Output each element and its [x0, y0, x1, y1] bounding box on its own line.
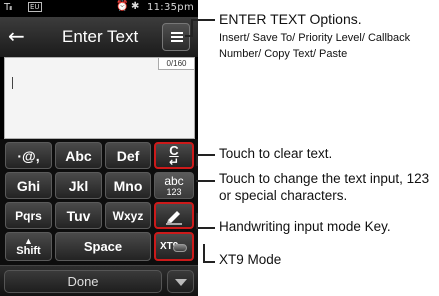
- status-time: 11:35pm: [146, 2, 194, 13]
- signal-icon: Tᵢₗₗ: [4, 2, 12, 13]
- backspace-icon: ↵: [168, 155, 180, 169]
- callout-clear: Touch to clear text.: [219, 146, 333, 161]
- done-button[interactable]: Done: [4, 270, 162, 293]
- key-wxyz[interactable]: Wxyz: [105, 202, 151, 229]
- callout-line-handwriting: [196, 227, 215, 229]
- more-button[interactable]: [167, 270, 194, 293]
- title-bar: ← Enter Text: [0, 17, 198, 57]
- shift-label: Shift: [16, 244, 41, 257]
- status-bar: Tᵢₗₗ EU ⏰ ✱ 11:35pm: [0, 0, 198, 15]
- callout-line-clear: [196, 154, 215, 156]
- shift-button[interactable]: ▲ Shift: [5, 232, 52, 261]
- page-title: Enter Text: [62, 27, 139, 46]
- callout-options-title: ENTER TEXT Options.: [219, 11, 362, 27]
- phone-screen: Tᵢₗₗ EU ⏰ ✱ 11:35pm ← Enter Text 0/160 ·…: [0, 0, 198, 296]
- callout-change-input: Touch to change the text input, 123 or s…: [219, 171, 430, 203]
- input-mode-label: abc: [164, 173, 184, 188]
- xt9-button[interactable]: XT9: [154, 232, 194, 261]
- key-pqrs[interactable]: Pqrs: [5, 202, 52, 229]
- shift-arrow-icon: ▲: [24, 235, 33, 246]
- chevron-down-icon: [175, 279, 187, 286]
- key-def[interactable]: Def: [105, 142, 151, 169]
- callout-line-options-top: [191, 19, 215, 21]
- xt9-toggle-indicator: [173, 244, 187, 252]
- alarm-icon: ⏰: [116, 1, 129, 12]
- callout-line-xt9-h: [203, 261, 215, 263]
- bluetooth-icon: ✱: [131, 1, 140, 12]
- handwriting-button[interactable]: [154, 202, 194, 229]
- bottom-bar: Done: [0, 265, 198, 296]
- callout-options-desc: Insert/ Save To/ Priority Level/ Callbac…: [219, 32, 411, 60]
- message-text-field[interactable]: 0/160: [4, 57, 195, 139]
- callout-line-handwriting-v: [196, 213, 198, 229]
- callout-handwriting: Handwriting input mode Key.: [219, 219, 391, 234]
- key-mno[interactable]: Mno: [105, 172, 151, 199]
- character-counter: 0/160: [158, 58, 194, 70]
- pen-icon: [166, 210, 182, 225]
- callout-line-options: [191, 19, 193, 36]
- key-abc[interactable]: Abc: [55, 142, 102, 169]
- callout-xt9: XT9 Mode: [219, 252, 282, 267]
- input-mode-button[interactable]: abc 123: [154, 172, 194, 199]
- input-mode-sublabel: 123: [166, 186, 182, 197]
- text-cursor: [12, 77, 13, 89]
- clear-button[interactable]: C ↵: [154, 142, 194, 169]
- network-indicator: EU: [28, 2, 42, 12]
- key-ghi[interactable]: Ghi: [5, 172, 52, 199]
- callout-line-clear-v: [196, 154, 198, 166]
- callout-line-options-h: [185, 35, 193, 37]
- key-tuv[interactable]: Tuv: [55, 202, 102, 229]
- key-jkl[interactable]: Jkl: [55, 172, 102, 199]
- callout-line-input: [196, 180, 215, 182]
- options-button[interactable]: [162, 23, 190, 51]
- space-button[interactable]: Space: [55, 232, 151, 261]
- back-arrow-icon[interactable]: ←: [8, 26, 30, 48]
- key-punctuation[interactable]: ·@,: [5, 142, 52, 169]
